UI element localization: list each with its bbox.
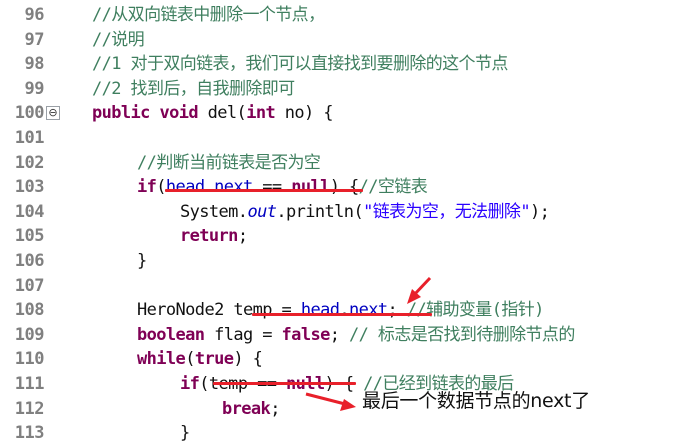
- code-text: }: [180, 421, 190, 445]
- annotation-caption: 最后一个数据节点的next了: [362, 390, 590, 412]
- arrow-to-next: [407, 276, 432, 304]
- code-editor[interactable]: 96//从双向链表中删除一个节点， 97//说明 98//1 对于双向链表，我们可以…: [0, 0, 692, 443]
- line-number: 113: [14, 423, 45, 444]
- annotation-arrows: [305, 276, 432, 411]
- arrow-to-caption: [305, 392, 356, 411]
- code-line[interactable]: 113}: [0, 421, 692, 445]
- code-token: }: [180, 423, 190, 444]
